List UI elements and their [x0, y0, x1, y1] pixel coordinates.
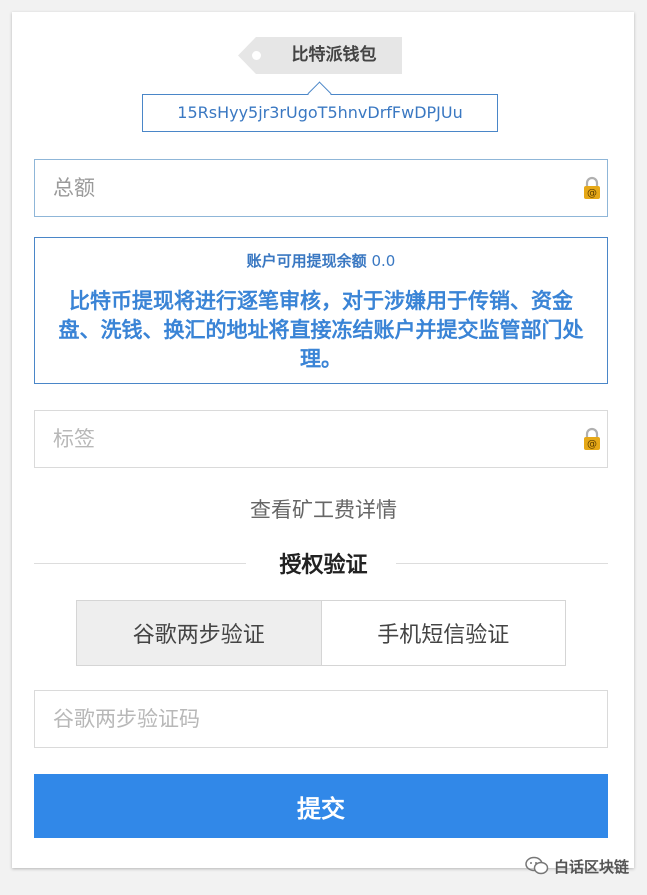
wechat-icon	[525, 856, 549, 875]
audit-notice: 比特币提现将进行逐笔审核，对于涉嫌用于传销、资金盘、洗钱、换汇的地址将直接冻结账…	[58, 289, 584, 371]
lock-icon: @	[584, 427, 600, 450]
tag-hole-icon	[252, 51, 261, 60]
available-balance: 账户可用提现余额 0.0	[35, 250, 607, 271]
divider-right	[396, 563, 608, 564]
withdraw-info-box: 账户可用提现余额 0.0 比特币提现将进行逐笔审核，对于涉嫌用于传销、资金盘、洗…	[34, 237, 608, 384]
miner-fee-details-link[interactable]: 查看矿工费详情	[0, 494, 647, 524]
submit-button[interactable]: 提交	[34, 774, 608, 838]
tab-google-2fa[interactable]: 谷歌两步验证	[77, 601, 321, 665]
auth-method-tabs: 谷歌两步验证 手机短信验证	[76, 600, 566, 666]
amount-field: @	[34, 159, 608, 217]
balance-label: 账户可用提现余额	[246, 252, 367, 270]
wallet-name: 比特派钱包	[291, 45, 377, 65]
verification-code-input[interactable]	[53, 691, 573, 746]
verification-code-field	[34, 690, 608, 748]
label-input[interactable]	[53, 411, 573, 466]
watermark-text: 白话区块链	[553, 857, 629, 876]
watermark: 白话区块链	[525, 855, 629, 877]
svg-text:@: @	[587, 439, 597, 450]
svg-text:@: @	[587, 188, 597, 199]
lock-icon: @	[584, 176, 600, 199]
amount-input[interactable]	[53, 160, 573, 215]
wallet-name-tag: 比特派钱包	[238, 37, 402, 74]
balance-value: 0.0	[371, 252, 396, 270]
label-field: @	[34, 410, 608, 468]
tab-sms-verification[interactable]: 手机短信验证	[320, 601, 566, 665]
